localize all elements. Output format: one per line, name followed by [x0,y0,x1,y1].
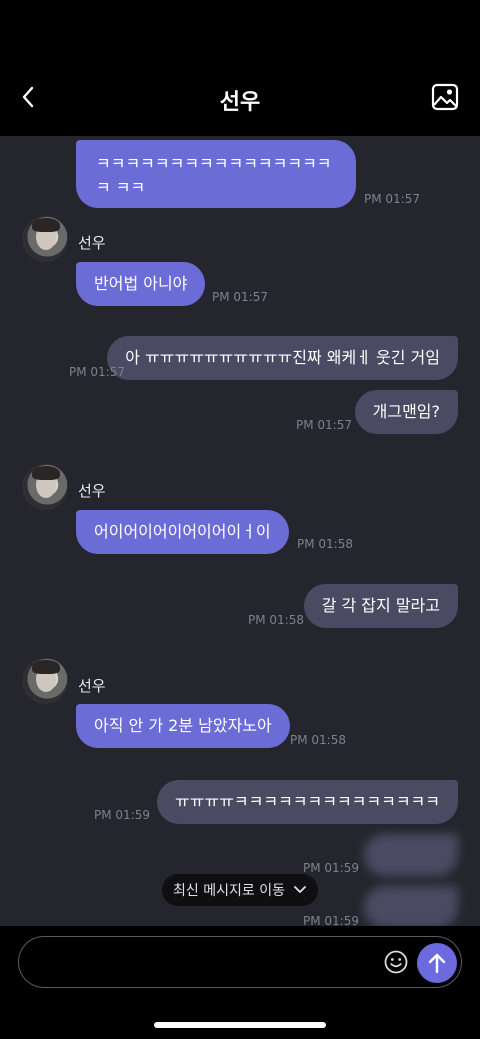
jump-to-latest-button[interactable]: 최신 메시지로 이동 [162,874,318,906]
message-bubble[interactable]: ㅠㅠㅠㅠㅋㅋㅋㅋㅋㅋㅋㅋㅋㅋㅋㅋㅋㅋ [157,780,458,824]
message-time: PM 01:59 [303,914,359,926]
message-bubble[interactable]: 어이어이어이어이어이ㅓ이 [76,510,289,554]
message-text: ㅋㅋㅋㅋㅋㅋㅋㅋㅋㅋㅋㅋㅋㅋㅋㅋㅋ ㅋㅋ [96,154,332,197]
gallery-button[interactable] [430,82,460,112]
message-bubble[interactable]: ㅋㅋㅋㅋㅋㅋㅋㅋㅋㅋㅋㅋㅋㅋㅋㅋㅋ ㅋㅋ [76,140,356,208]
message-text: 어이어이어이어이어이ㅓ이 [94,522,271,541]
message-time: PM 01:58 [248,613,304,627]
message-time: PM 01:59 [94,808,150,822]
message-text: 반어법 아니야 [94,274,188,293]
message-time: PM 01:59 [303,861,359,875]
message-time: PM 01:57 [296,418,352,432]
message-input-box[interactable] [18,936,462,988]
top-bar: 선우 [0,0,480,136]
message-bubble[interactable]: 개그맨임? [354,390,458,434]
message-bubble[interactable] [364,886,458,926]
message-bubble[interactable]: 아 ㅠㅠㅠㅠㅠㅠㅠㅠㅠㅠ진짜 왜케ㅔ 웃긴 거임 [107,336,458,380]
composer-bar [0,926,480,1039]
message-text: 아직 안 가 2분 남았자노아 [94,716,272,735]
message-time: PM 01:58 [290,733,346,747]
avatar-hair [32,660,60,674]
avatar[interactable] [22,464,68,510]
message-text: 갈 각 잡지 말라고 [321,596,440,615]
chat-title: 선우 [219,90,261,115]
image-icon [431,83,459,111]
message-time: PM 01:57 [212,290,268,304]
arrow-up-icon [428,953,446,974]
message-input[interactable] [37,937,377,987]
message-bubble[interactable] [364,834,458,876]
smiley-icon [384,950,408,974]
emoji-button[interactable] [383,949,409,975]
message-time: PM 01:58 [297,537,353,551]
sender-name: 선우 [78,234,106,252]
message-list[interactable]: ㅋㅋㅋㅋㅋㅋㅋㅋㅋㅋㅋㅋㅋㅋㅋㅋㅋ ㅋㅋ PM 01:57 선우 반어법 아니야… [0,136,480,926]
message-time: PM 01:57 [69,365,125,379]
message-bubble[interactable]: 갈 각 잡지 말라고 [303,584,458,628]
avatar-hair [32,466,60,480]
sender-name: 선우 [78,677,106,695]
sender-name: 선우 [78,482,106,500]
jump-to-latest-label: 최신 메시지로 이동 [173,883,285,899]
message-text: 아 ㅠㅠㅠㅠㅠㅠㅠㅠㅠㅠ진짜 왜케ㅔ 웃긴 거임 [125,348,440,367]
message-bubble[interactable]: 아직 안 가 2분 남았자노아 [76,704,290,748]
home-indicator [154,1022,326,1028]
message-time: PM 01:57 [364,192,420,206]
message-text: 개그맨임? [372,402,440,421]
chevron-down-icon [294,886,306,894]
avatar[interactable] [22,658,68,704]
avatar[interactable] [22,216,68,262]
message-text: ㅠㅠㅠㅠㅋㅋㅋㅋㅋㅋㅋㅋㅋㅋㅋㅋㅋㅋ [175,792,440,811]
send-button[interactable] [417,943,457,983]
avatar-hair [32,218,60,232]
message-bubble[interactable]: 반어법 아니야 [76,262,206,306]
